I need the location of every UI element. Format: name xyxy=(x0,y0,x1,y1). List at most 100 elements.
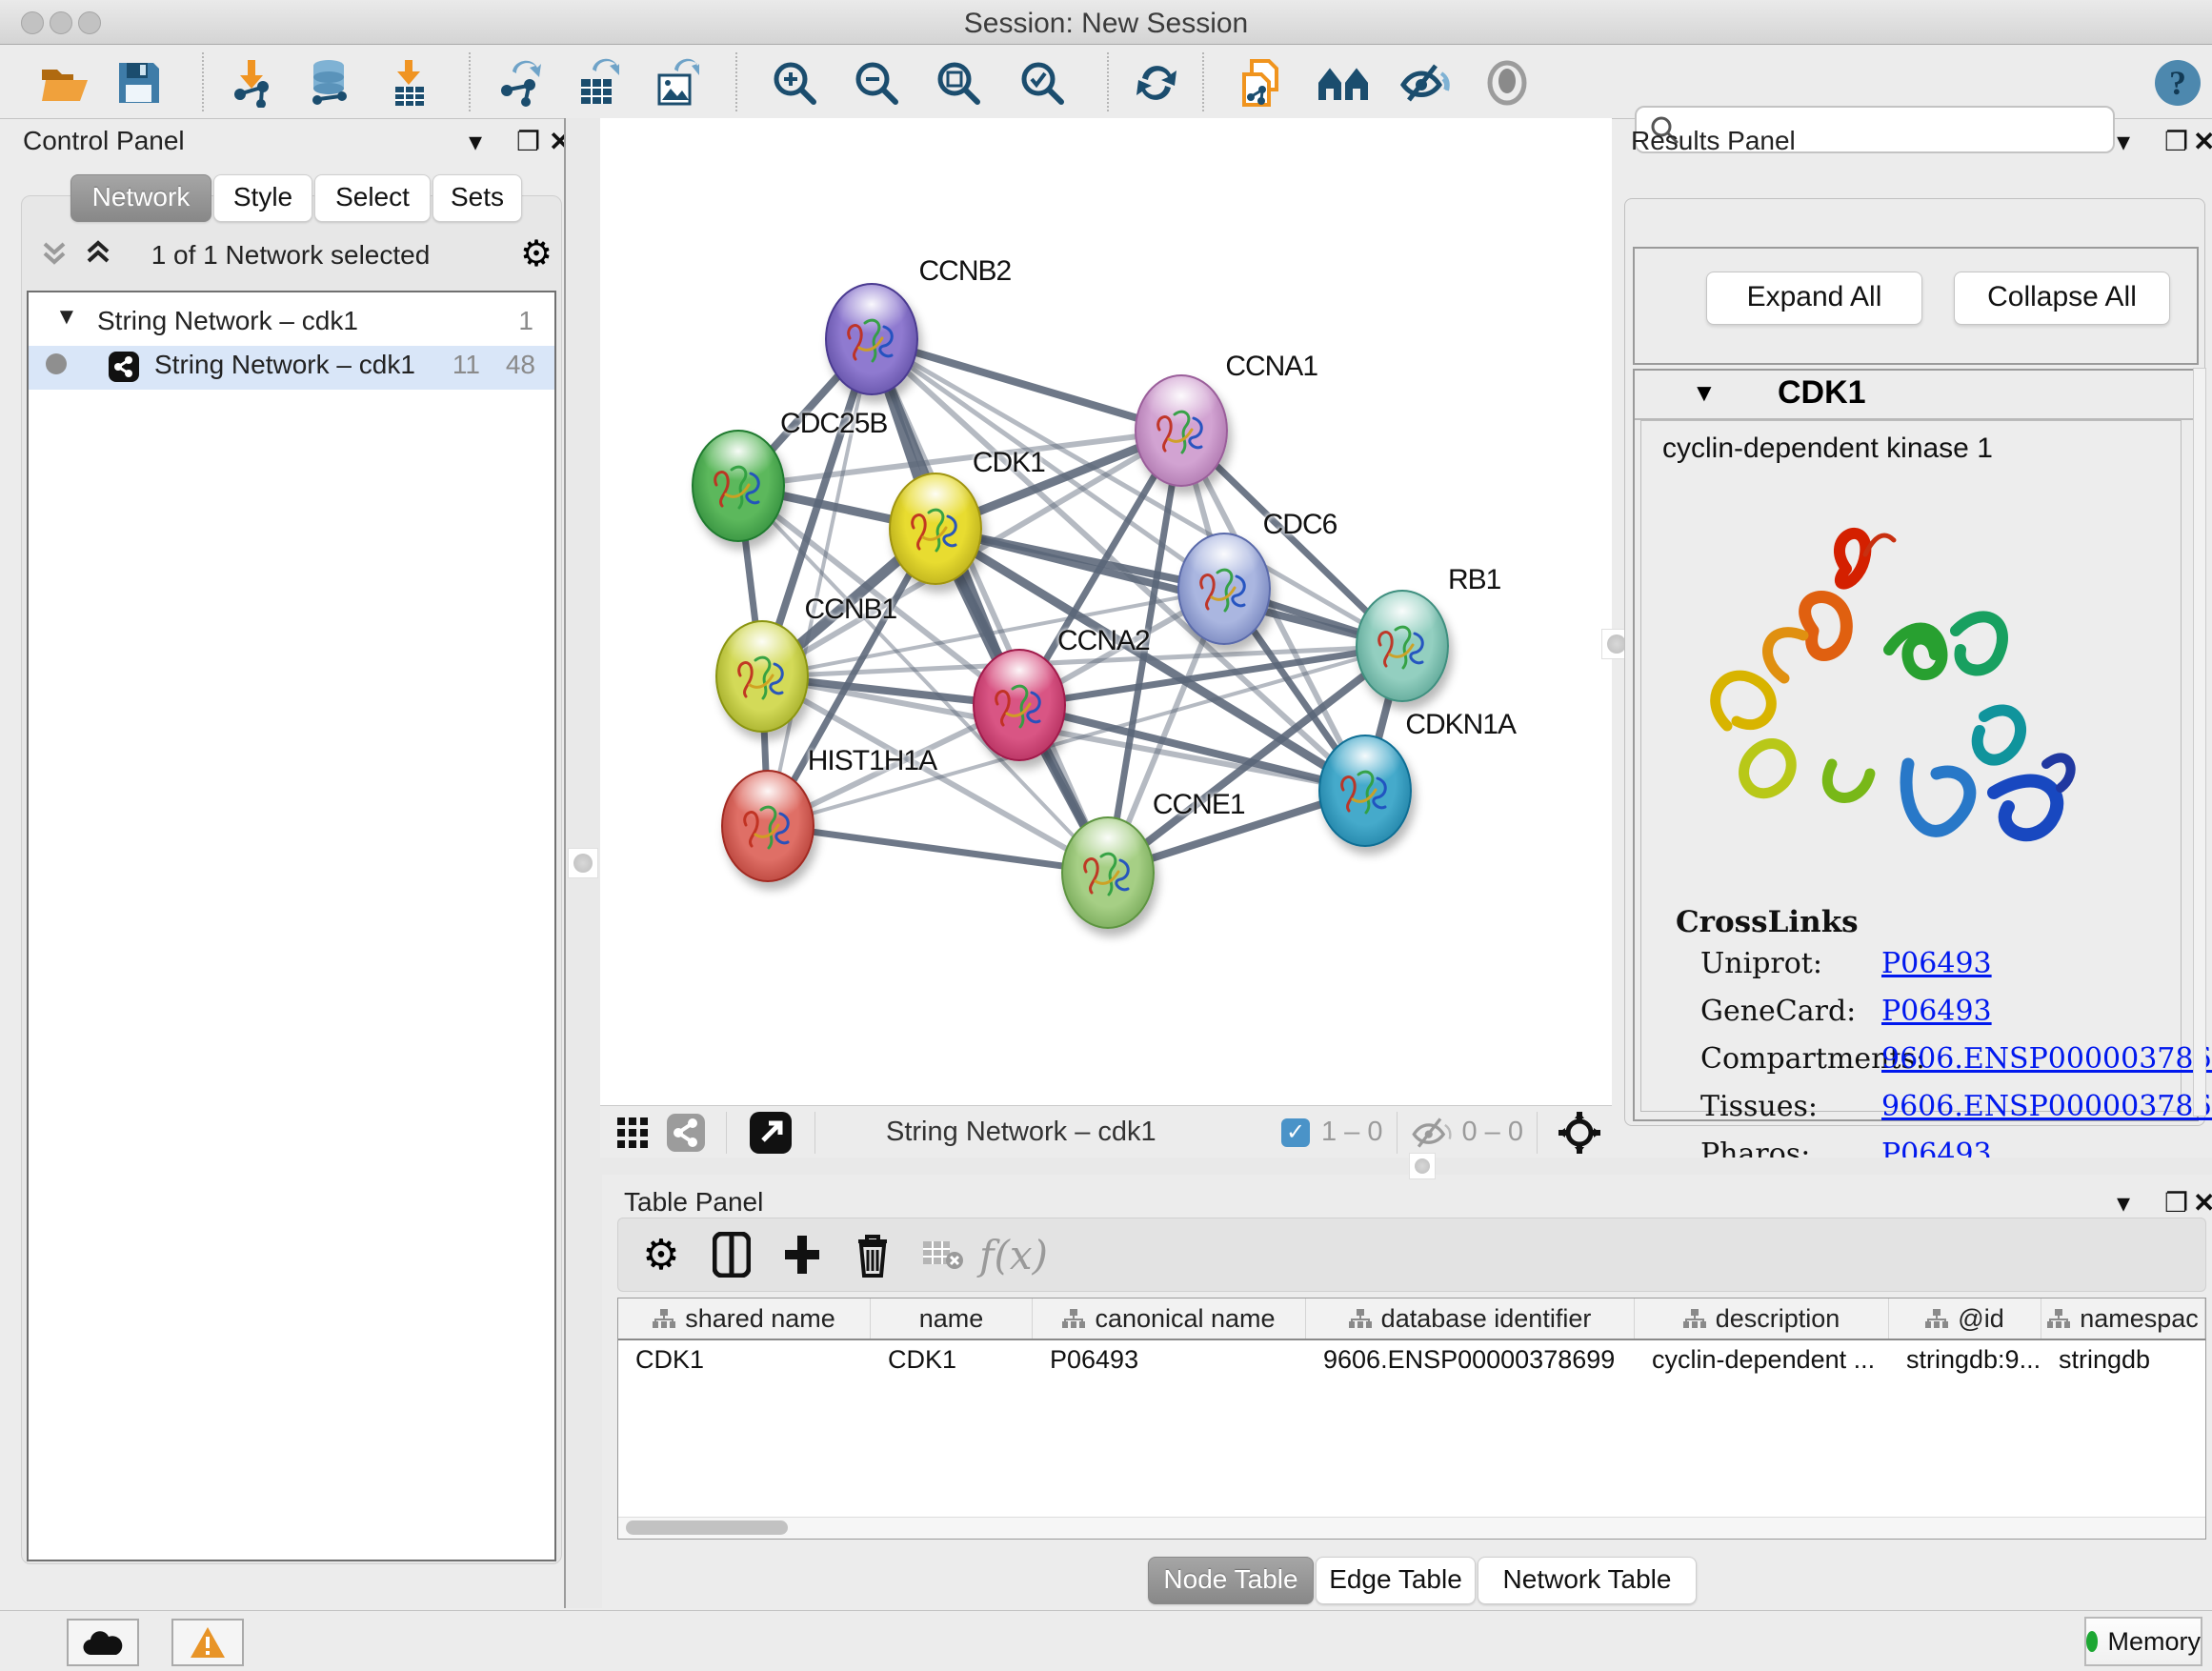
network-row-selected[interactable]: String Network – cdk1 11 48 xyxy=(29,346,554,390)
zoom-fit-button[interactable] xyxy=(932,56,985,110)
horizontal-splitter[interactable] xyxy=(600,1158,2212,1175)
title-bar: Session: New Session xyxy=(0,0,2212,45)
control-panel-collapse-icon[interactable]: ▾ xyxy=(469,126,482,157)
column-header[interactable]: @id xyxy=(1889,1299,2041,1339)
network-node-CCNE1[interactable] xyxy=(1061,816,1155,929)
crosslink-link[interactable]: P06493 xyxy=(1881,995,1992,1028)
network-collection-row[interactable]: ▼ String Network – cdk1 1 xyxy=(29,302,554,346)
string-network-icon xyxy=(109,352,139,382)
table-cell: cyclin-dependent ... xyxy=(1635,1340,1889,1379)
network-canvas[interactable]: CCNB2 CCNA1 CDC25B CDK1 CDC6 RB1 CCNB1 C… xyxy=(600,118,1612,1105)
table-panel-close-icon[interactable]: ✕ xyxy=(2193,1187,2212,1218)
refresh-button[interactable] xyxy=(1130,56,1183,110)
column-type-icon xyxy=(1925,1308,1948,1329)
export-table-icon xyxy=(573,58,619,108)
share-view-icon xyxy=(667,1114,705,1152)
expand-all-networks-icon[interactable] xyxy=(82,236,114,273)
detach-view-button[interactable] xyxy=(740,1102,801,1163)
first-neighbors-button[interactable] xyxy=(1317,56,1370,110)
left-splitter-grip[interactable] xyxy=(568,848,598,878)
tab-edge-table[interactable]: Edge Table xyxy=(1316,1557,1476,1604)
column-header[interactable]: name xyxy=(871,1299,1033,1339)
toolbar-divider xyxy=(814,1112,815,1154)
hide-selected-button[interactable] xyxy=(1398,56,1452,110)
network-node-CDKN1A[interactable] xyxy=(1318,735,1412,847)
table-panel-float-icon[interactable]: ❐ xyxy=(2164,1187,2188,1218)
tab-style[interactable]: Style xyxy=(213,174,312,222)
crosslink-link[interactable]: 9606.ENSP00000378699 xyxy=(1881,1042,2212,1076)
save-session-button[interactable] xyxy=(112,56,166,110)
help-button[interactable]: ? xyxy=(2151,56,2204,110)
network-options-gear-icon[interactable]: ⚙ xyxy=(520,232,553,275)
column-header[interactable]: database identifier xyxy=(1306,1299,1635,1339)
delete-table-button[interactable] xyxy=(908,1224,978,1285)
table-options-button[interactable]: ⚙ xyxy=(626,1224,696,1285)
birds-eye-button[interactable] xyxy=(1551,1102,1608,1163)
network-view-button[interactable] xyxy=(659,1102,713,1163)
column-header[interactable]: namespac xyxy=(2041,1299,2205,1339)
network-node-CCNA2[interactable] xyxy=(973,649,1066,761)
results-panel-close-icon[interactable]: ✕ xyxy=(2193,126,2212,157)
column-type-icon xyxy=(1349,1308,1372,1329)
memory-button[interactable]: Memory xyxy=(2084,1617,2202,1666)
collection-expand-icon[interactable]: ▼ xyxy=(55,304,78,331)
results-scrollbar[interactable] xyxy=(2193,368,2206,1117)
column-header[interactable]: description xyxy=(1635,1299,1889,1339)
network-node-CCNA1[interactable] xyxy=(1135,374,1228,487)
network-node-CCNB1[interactable] xyxy=(715,620,809,733)
collapse-all-networks-icon[interactable] xyxy=(38,236,70,273)
export-table-button[interactable] xyxy=(570,56,623,110)
grid-icon xyxy=(616,1117,649,1149)
network-node-CCNB2[interactable] xyxy=(825,283,918,395)
table-panel-collapse-icon[interactable]: ▾ xyxy=(2117,1187,2130,1218)
show-columns-button[interactable] xyxy=(696,1224,767,1285)
network-node-CDK1[interactable] xyxy=(889,473,982,585)
tab-node-table[interactable]: Node Table xyxy=(1148,1557,1314,1604)
results-buttons-box: Expand All Collapse All xyxy=(1633,247,2199,365)
results-panel-collapse-icon[interactable]: ▾ xyxy=(2117,126,2130,157)
column-type-icon xyxy=(2047,1308,2070,1329)
tab-network-table[interactable]: Network Table xyxy=(1478,1557,1697,1604)
network-node-CDC6[interactable] xyxy=(1177,533,1271,645)
show-all-button[interactable] xyxy=(1480,56,1534,110)
control-panel-float-icon[interactable]: ❐ xyxy=(516,126,540,157)
crosslink-link[interactable]: 9606.ENSP00000378699 xyxy=(1881,1090,2212,1123)
hscrollbar-thumb[interactable] xyxy=(626,1520,788,1535)
network-node-RB1[interactable] xyxy=(1356,590,1449,702)
export-image-button[interactable] xyxy=(650,56,703,110)
horizontal-splitter-grip[interactable] xyxy=(1409,1153,1436,1179)
grid-view-button[interactable] xyxy=(606,1102,659,1163)
export-network-button[interactable] xyxy=(492,56,545,110)
warning-status-button[interactable] xyxy=(171,1619,244,1666)
tab-select[interactable]: Select xyxy=(314,174,431,222)
add-column-button[interactable] xyxy=(767,1224,837,1285)
column-header[interactable]: canonical name xyxy=(1033,1299,1306,1339)
network-node-HIST1H1A[interactable] xyxy=(721,770,814,882)
crosshair-icon xyxy=(1558,1111,1601,1155)
selected-checkbox[interactable]: ✓ xyxy=(1281,1118,1310,1147)
gene-section-header[interactable]: ▼ CDK1 xyxy=(1635,371,2197,420)
results-panel-float-icon[interactable]: ❐ xyxy=(2164,126,2188,157)
section-collapse-icon[interactable]: ▼ xyxy=(1692,378,1717,408)
delete-column-button[interactable] xyxy=(837,1224,908,1285)
zoom-out-button[interactable] xyxy=(850,56,903,110)
copy-network-button[interactable] xyxy=(1235,56,1288,110)
table-hscrollbar[interactable] xyxy=(618,1517,2205,1539)
zoom-selected-button[interactable] xyxy=(1016,56,1069,110)
column-header[interactable]: shared name xyxy=(618,1299,871,1339)
tab-sets[interactable]: Sets xyxy=(432,174,522,222)
open-session-button[interactable] xyxy=(38,56,91,110)
import-table-button[interactable] xyxy=(383,56,436,110)
cloud-status-button[interactable] xyxy=(67,1619,139,1666)
network-node-CDC25B[interactable] xyxy=(692,430,785,542)
collapse-all-button[interactable]: Collapse All xyxy=(1954,272,2170,325)
crosslink-link[interactable]: P06493 xyxy=(1881,947,1992,980)
expand-all-button[interactable]: Expand All xyxy=(1706,272,1922,325)
function-builder-button[interactable]: f(x) xyxy=(978,1224,1049,1285)
table-row[interactable]: CDK1CDK1P064939606.ENSP00000378699cyclin… xyxy=(618,1340,2205,1379)
import-network-button[interactable] xyxy=(225,56,278,110)
tab-network[interactable]: Network xyxy=(70,174,211,222)
open-in-new-icon xyxy=(750,1112,792,1154)
zoom-in-button[interactable] xyxy=(768,56,821,110)
import-database-button[interactable] xyxy=(303,56,356,110)
